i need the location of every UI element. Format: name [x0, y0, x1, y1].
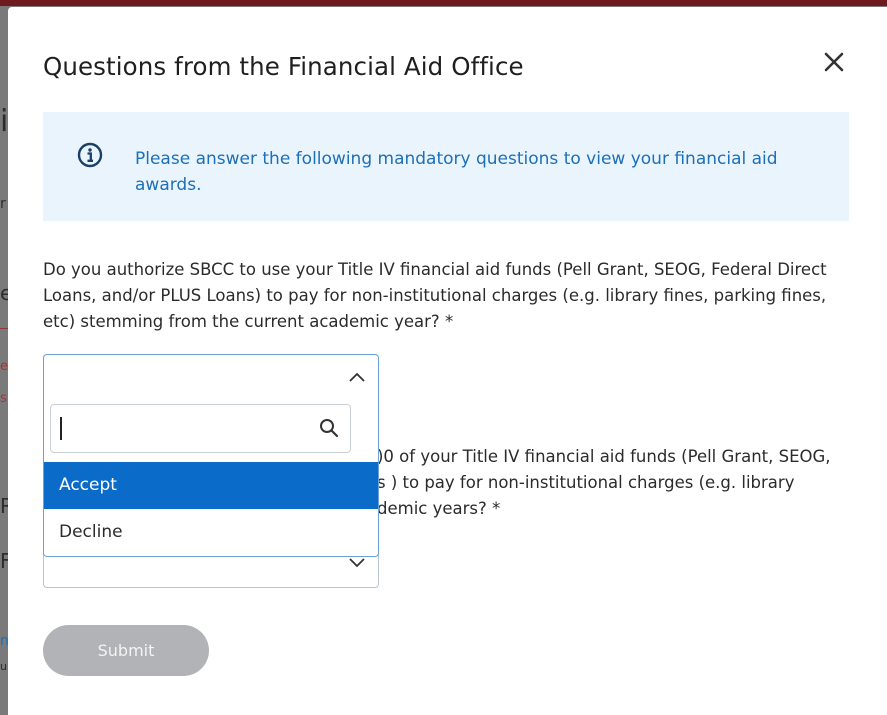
info-icon [77, 142, 103, 168]
dropdown-search-input[interactable] [53, 407, 303, 450]
question-1-select[interactable] [43, 354, 379, 402]
dropdown-search-box [50, 404, 351, 453]
dropdown-option-decline[interactable]: Decline [44, 509, 378, 556]
chevron-up-icon [349, 372, 365, 382]
close-button[interactable] [819, 47, 849, 77]
question-1-text: Do you authorize SBCC to use your Title … [43, 260, 827, 331]
question-2-line: demic years? * [377, 499, 501, 518]
background-text-fragment: r [0, 196, 6, 212]
background-header-bar [0, 0, 887, 6]
question-1-dropdown: Accept Decline [43, 401, 379, 557]
question-2-text: )0 of your Title IV financial aid funds … [377, 444, 857, 522]
text-cursor [60, 417, 62, 440]
background-text-fragment: u [0, 660, 7, 673]
question-2-line: s ) to pay for non-institutional charges… [377, 473, 795, 492]
question-2-line: )0 of your Title IV financial aid funds … [377, 447, 831, 466]
submit-button[interactable]: Submit [43, 625, 209, 676]
modal-title: Questions from the Financial Aid Office [43, 52, 524, 81]
info-banner: Please answer the following mandatory qu… [43, 112, 849, 221]
background-text-fragment: e [0, 359, 8, 374]
background-text-fragment: s [0, 391, 7, 406]
close-icon [824, 52, 844, 72]
dropdown-option-accept[interactable]: Accept [44, 462, 378, 509]
search-icon [320, 419, 339, 438]
info-message: Please answer the following mandatory qu… [135, 149, 778, 195]
financial-aid-questions-modal: Questions from the Financial Aid Office … [8, 7, 887, 715]
